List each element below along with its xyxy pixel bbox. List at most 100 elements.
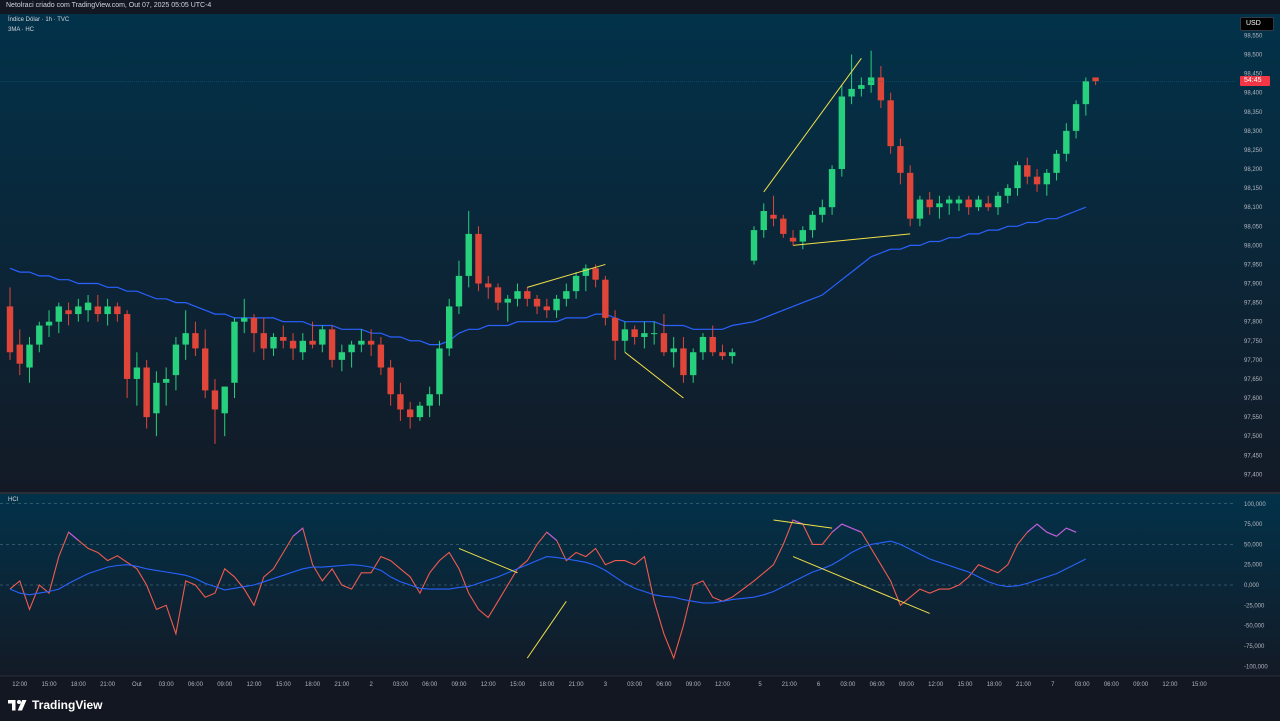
- price-axis-label[interactable]: 97,500: [1244, 434, 1263, 440]
- candle-body: [670, 348, 677, 353]
- time-axis-label[interactable]: 18:00: [71, 682, 87, 688]
- price-axis-label[interactable]: 97,950: [1244, 262, 1263, 268]
- oscillator-axis-label[interactable]: 75,000: [1244, 522, 1263, 528]
- time-axis-label[interactable]: 12:00: [246, 682, 262, 688]
- candle-body: [36, 325, 43, 345]
- price-axis-label[interactable]: 97,550: [1244, 415, 1263, 421]
- candle-body: [494, 287, 502, 303]
- price-axis-label[interactable]: 98,550: [1244, 33, 1263, 39]
- tradingview-logo[interactable]: TradingView: [8, 698, 102, 712]
- time-axis-label[interactable]: 03:00: [159, 682, 175, 688]
- chart-area[interactable]: 98,550 98,500 98,450 98,400 98,350 98,300 98,2…: [0, 14, 1280, 690]
- price-axis-label[interactable]: 97,400: [1244, 472, 1263, 478]
- time-axis-label[interactable]: 21:00: [100, 682, 116, 688]
- time-axis-label[interactable]: 15:00: [510, 682, 526, 688]
- price-axis-label[interactable]: 98,050: [1244, 224, 1263, 230]
- candle[interactable]: [475, 226, 482, 292]
- oscillator-axis-label[interactable]: -100,000: [1244, 664, 1268, 670]
- price-axis-label[interactable]: 97,600: [1244, 396, 1263, 402]
- oscillator-legend[interactable]: HCI: [8, 497, 18, 503]
- time-axis-label[interactable]: 06:00: [870, 682, 886, 688]
- candle-body: [426, 394, 433, 406]
- time-axis-label[interactable]: 18:00: [539, 682, 555, 688]
- last-price-tag-text: 54:45: [1244, 77, 1262, 85]
- candle-body: [1043, 172, 1050, 185]
- time-axis-label[interactable]: 21:00: [782, 682, 798, 688]
- candle[interactable]: [906, 165, 914, 227]
- price-axis-label[interactable]: 98,200: [1244, 167, 1263, 173]
- time-axis-label[interactable]: 15:00: [42, 682, 58, 688]
- time-axis-label[interactable]: 15:00: [957, 682, 973, 688]
- time-axis-label[interactable]: 06:00: [656, 682, 672, 688]
- time-axis-label[interactable]: 21:00: [569, 682, 585, 688]
- time-axis-label[interactable]: 09:00: [451, 682, 467, 688]
- time-axis-label[interactable]: 03:00: [840, 682, 856, 688]
- oscillator-axis-label[interactable]: 100,000: [1244, 502, 1266, 508]
- price-axis-label[interactable]: 98,350: [1244, 110, 1263, 116]
- price-axis-label[interactable]: 98,300: [1244, 129, 1263, 135]
- time-axis-label[interactable]: 12:00: [715, 682, 731, 688]
- time-axis-label[interactable]: 09:00: [686, 682, 702, 688]
- price-axis-label[interactable]: 97,700: [1244, 358, 1263, 364]
- time-axis-label[interactable]: 12:00: [12, 682, 28, 688]
- symbol-legend[interactable]: Índice Dólar · 1h · TVC: [8, 17, 69, 23]
- time-axis-label[interactable]: 03:00: [1075, 682, 1091, 688]
- time-axis-label[interactable]: 09:00: [1133, 682, 1149, 688]
- time-axis-label[interactable]: Out: [132, 682, 142, 688]
- candle-body: [104, 306, 111, 315]
- time-axis-label[interactable]: 03:00: [393, 682, 409, 688]
- time-axis-label[interactable]: 18:00: [305, 682, 321, 688]
- price-axis-label[interactable]: 98,150: [1244, 186, 1263, 192]
- price-axis-label[interactable]: 97,850: [1244, 301, 1263, 307]
- oscillator-axis-label[interactable]: -50,000: [1244, 624, 1265, 630]
- price-axis-label[interactable]: 97,750: [1244, 339, 1263, 345]
- candle-body: [123, 314, 131, 379]
- time-axis-label[interactable]: 03:00: [627, 682, 643, 688]
- price-axis-label[interactable]: 98,000: [1244, 243, 1263, 249]
- candle[interactable]: [446, 298, 453, 357]
- candle-body: [377, 344, 385, 368]
- price-axis-label[interactable]: 98,100: [1244, 205, 1263, 211]
- chart-canvas[interactable]: 98,55098,50098,45098,40098,35098,30098,2…: [0, 14, 1280, 690]
- candle-body: [202, 348, 209, 391]
- time-axis-label[interactable]: 12:00: [928, 682, 944, 688]
- time-axis-label[interactable]: 15:00: [276, 682, 292, 688]
- time-axis-label[interactable]: 21:00: [334, 682, 350, 688]
- time-axis-label[interactable]: 21:00: [1016, 682, 1032, 688]
- candle-body: [221, 386, 228, 414]
- price-axis-label[interactable]: 98,500: [1244, 53, 1263, 59]
- oscillator-axis-label[interactable]: 25,000: [1244, 563, 1263, 569]
- candle-body: [387, 367, 394, 395]
- oscillator-axis-label[interactable]: 50,000: [1244, 542, 1263, 548]
- candle-body: [994, 195, 1002, 208]
- price-axis-label[interactable]: 98,400: [1244, 91, 1263, 97]
- price-axis-label[interactable]: 97,800: [1244, 320, 1263, 326]
- price-axis-label[interactable]: 98,250: [1244, 148, 1263, 154]
- candle-body: [553, 298, 560, 311]
- time-axis-label[interactable]: 06:00: [188, 682, 204, 688]
- time-axis-label[interactable]: 18:00: [987, 682, 1003, 688]
- time-axis-label[interactable]: 12:00: [481, 682, 497, 688]
- candle[interactable]: [750, 226, 758, 265]
- oscillator-axis-label[interactable]: 0,000: [1244, 583, 1260, 589]
- oscillator-axis-label[interactable]: -75,000: [1244, 644, 1265, 650]
- candle-body: [563, 291, 570, 299]
- indicator-legend[interactable]: 3MA · HC: [8, 27, 34, 33]
- price-axis-label[interactable]: 97,900: [1244, 282, 1263, 288]
- oscillator-axis-label[interactable]: -25,000: [1244, 603, 1265, 609]
- candle[interactable]: [838, 85, 846, 177]
- tradingview-logo-text: TradingView: [32, 698, 103, 712]
- time-axis-label[interactable]: 09:00: [899, 682, 915, 688]
- candle-body: [299, 340, 306, 353]
- candle-body: [858, 85, 865, 89]
- time-axis-label[interactable]: 15:00: [1192, 682, 1208, 688]
- price-axis-label[interactable]: 97,450: [1244, 453, 1263, 459]
- currency-button[interactable]: USD: [1240, 17, 1274, 31]
- time-axis-label[interactable]: 12:00: [1162, 682, 1178, 688]
- time-axis-label[interactable]: 09:00: [217, 682, 233, 688]
- time-axis-label[interactable]: 06:00: [1104, 682, 1120, 688]
- candle-body: [6, 306, 14, 353]
- price-axis-label[interactable]: 97,650: [1244, 377, 1263, 383]
- time-axis-label[interactable]: 06:00: [422, 682, 438, 688]
- candle[interactable]: [887, 92, 894, 154]
